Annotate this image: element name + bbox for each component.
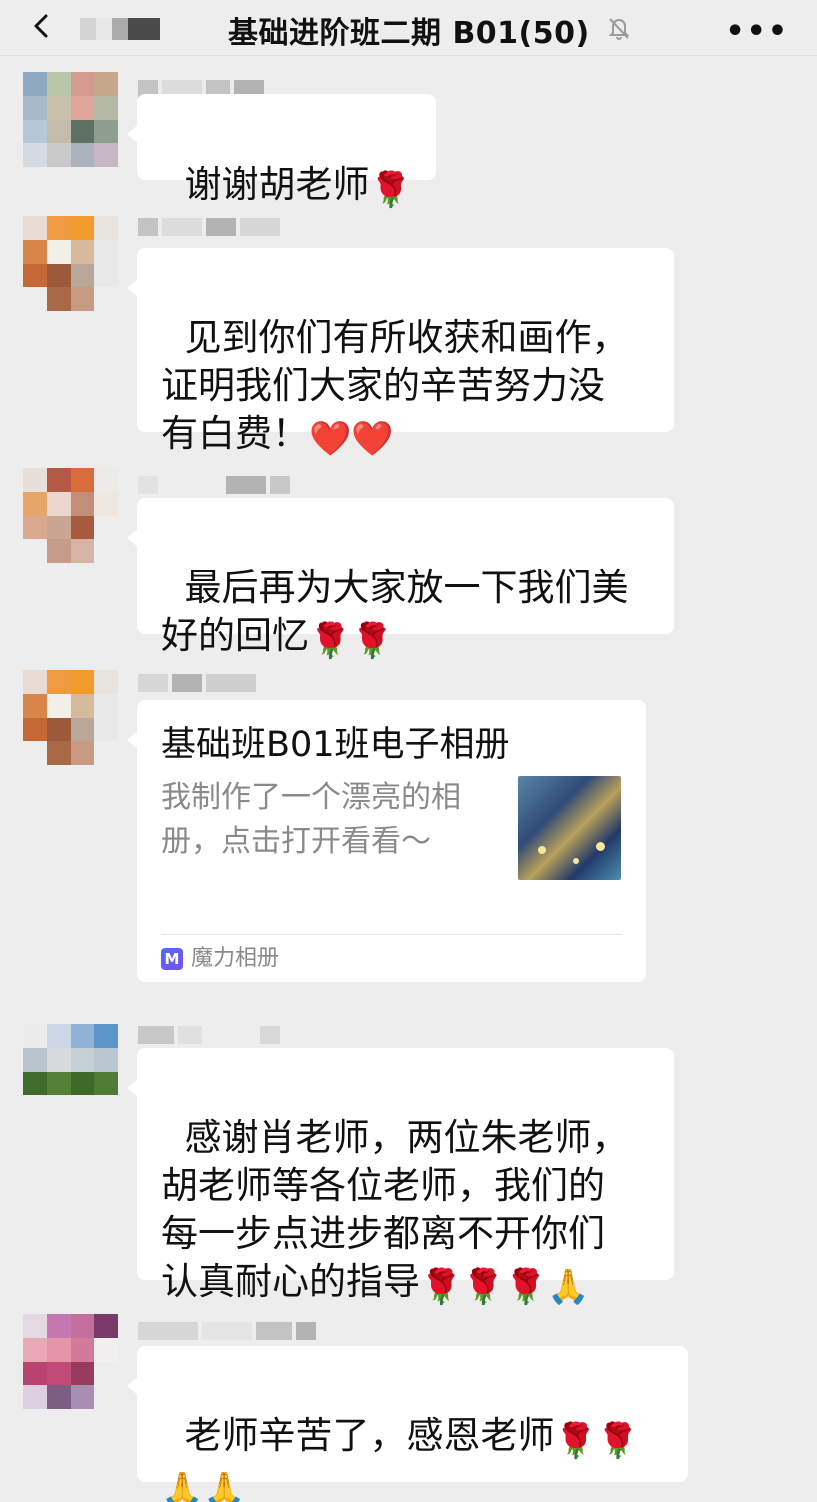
message-bubble[interactable]: 最后再为大家放一下我们美 好的回忆🌹🌹	[127, 498, 674, 661]
source-label: 魔力相册	[191, 946, 280, 971]
message-text: 最后再为大家放一下我们美 好的回忆	[161, 566, 629, 657]
more-button[interactable]: •••	[725, 14, 789, 49]
card-divider	[161, 934, 622, 935]
sender-name-blurred	[138, 1026, 318, 1044]
back-button[interactable]	[28, 12, 68, 44]
chat-header: 基础进阶班二期 B01(50) •••	[0, 0, 817, 56]
message-text: 谢谢胡老师	[184, 163, 370, 206]
album-share-card[interactable]: 基础班B01班电子相册 我制作了一个漂亮的相册，点击打开看看～ M 魔力相册	[127, 700, 646, 982]
rose-emoji: 🌹	[369, 170, 412, 210]
card-source: M 魔力相册	[161, 944, 279, 974]
card-title: 基础班B01班电子相册	[161, 725, 510, 765]
bell-slash-icon	[608, 18, 630, 40]
message-bubble[interactable]: 谢谢胡老师🌹	[127, 94, 436, 210]
blurred-unread-count	[80, 18, 160, 40]
message-bubble[interactable]: 见到你们有所收获和画作， 证明我们大家的辛苦努力没 有白费！❤️❤️	[127, 248, 674, 459]
rose-emoji: 🌹🌹	[554, 1421, 640, 1461]
sender-name-blurred	[138, 218, 318, 236]
avatar[interactable]	[23, 468, 118, 563]
avatar[interactable]	[23, 1024, 118, 1119]
album-app-icon: M	[161, 948, 183, 970]
sender-name-blurred	[138, 476, 318, 494]
card-description: 我制作了一个漂亮的相册，点击打开看看～	[161, 780, 461, 859]
album-thumbnail	[518, 776, 621, 880]
rose-emoji: 🌹🌹🌹🙏	[420, 1267, 590, 1307]
avatar[interactable]	[23, 670, 118, 765]
rose-emoji: 🌹🌹	[309, 621, 394, 661]
avatar[interactable]	[23, 72, 118, 167]
chevron-left-icon	[34, 14, 48, 38]
chat-title: 基础进阶班二期 B01(50)	[228, 16, 590, 51]
folded-hands-emoji: 🙏🙏	[161, 1470, 246, 1502]
avatar[interactable]	[23, 216, 118, 311]
avatar[interactable]	[23, 1314, 118, 1409]
message-text: 老师辛苦了，感恩老师	[184, 1414, 555, 1457]
message-bubble[interactable]: 老师辛苦了，感恩老师🌹🌹 🙏🙏	[127, 1346, 688, 1502]
sender-name-blurred	[138, 1322, 318, 1340]
message-bubble[interactable]: 感谢肖老师，两位朱老师， 胡老师等各位老师，我们的 每一步点进步都离不开你们 认…	[127, 1048, 674, 1307]
sender-name-blurred	[138, 674, 318, 692]
heart-emoji: ❤️❤️	[309, 419, 394, 459]
message-text: 见到你们有所收获和画作， 证明我们大家的辛苦努力没 有白费！	[161, 316, 629, 455]
